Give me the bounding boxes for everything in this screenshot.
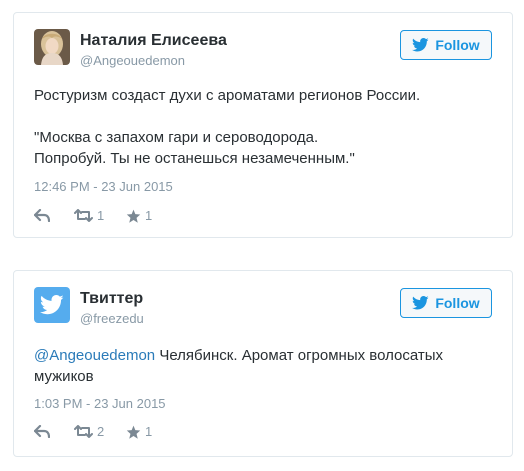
reply-icon [34,425,50,438]
follow-label: Follow [435,37,480,53]
retweet-icon [74,425,93,438]
author-handle[interactable]: @freezedu [80,311,144,326]
favorite-button[interactable]: 1 [126,208,152,223]
tweet-actions: 2 1 [34,424,152,439]
star-icon [126,209,141,223]
follow-button[interactable]: Follow [400,30,492,60]
star-icon [126,425,141,439]
favorite-count: 1 [145,208,153,223]
tweet-timestamp[interactable]: 12:46 PM - 23 Jun 2015 [34,179,173,194]
twitter-bird-icon [412,38,429,52]
retweet-count: 1 [97,208,105,223]
tweet-card: Твиттер @freezedu Follow @Angeouedemon Ч… [13,270,513,457]
retweet-button[interactable]: 2 [74,424,126,439]
retweet-button[interactable]: 1 [74,208,126,223]
favorite-count: 1 [145,424,153,439]
tweet-card: Наталия Елисеева @Angeouedemon Follow Ро… [13,12,513,238]
follow-button[interactable]: Follow [400,288,492,318]
reply-icon [34,209,50,222]
tweet-actions: 1 1 [34,208,152,223]
retweet-count: 2 [97,424,105,439]
mention-link[interactable]: @Angeouedemon [34,347,155,364]
retweet-icon [74,209,93,222]
favorite-button[interactable]: 1 [126,424,152,439]
author-name[interactable]: Твиттер [80,290,143,308]
twitter-bird-avatar-icon [34,287,70,323]
user-photo-icon [34,29,70,65]
tweet-timestamp[interactable]: 1:03 PM - 23 Jun 2015 [34,396,166,411]
avatar[interactable] [34,29,70,65]
reply-button[interactable] [34,425,74,438]
author-name[interactable]: Наталия Елисеева [80,32,227,50]
avatar[interactable] [34,287,70,323]
twitter-bird-icon [412,296,429,310]
tweet-text: Ростуризм создаст духи с ароматами регио… [34,87,421,167]
author-handle[interactable]: @Angeouedemon [80,53,185,68]
follow-label: Follow [435,295,480,311]
reply-button[interactable] [34,209,74,222]
tweet-text: @Angeouedemon Челябинск. Аромат огромных… [34,345,492,387]
